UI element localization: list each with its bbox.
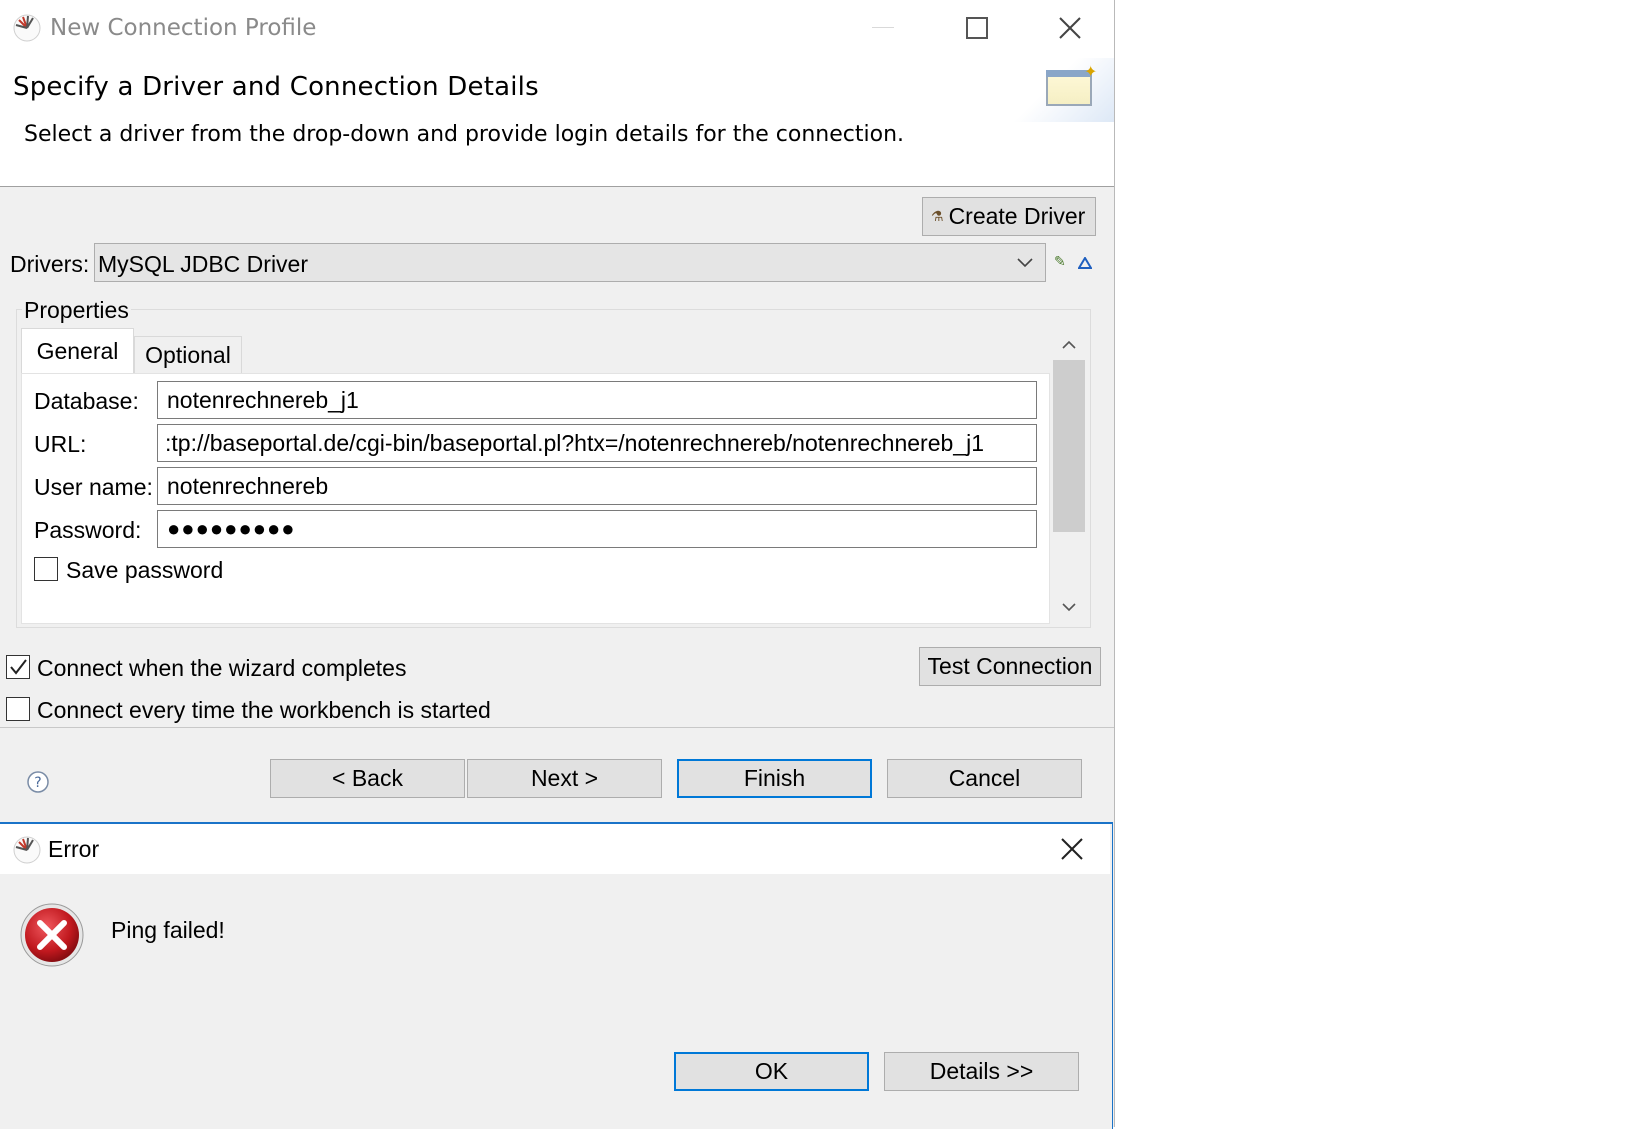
- password-label: Password:: [34, 517, 142, 543]
- tab-general-label: General: [36, 338, 119, 364]
- create-driver-label: Create Driver: [948, 203, 1086, 229]
- finish-button[interactable]: Finish: [677, 759, 872, 798]
- connect-every-start-checkbox[interactable]: [6, 697, 30, 721]
- close-button[interactable]: [1058, 16, 1082, 40]
- tab-optional[interactable]: Optional: [134, 336, 242, 374]
- scroll-up-icon[interactable]: [1062, 340, 1076, 349]
- connect-on-complete-checkbox[interactable]: [6, 655, 30, 679]
- password-field[interactable]: ●●●●●●●●●: [157, 510, 1037, 548]
- error-icon: [20, 903, 84, 967]
- svg-text:?: ?: [34, 775, 41, 791]
- drivers-label: Drivers:: [10, 251, 90, 277]
- eclipse-app-icon: [13, 836, 41, 864]
- database-field[interactable]: notenrechnereb_j1: [157, 381, 1037, 419]
- wizard-header: Specify a Driver and Connection Details …: [0, 58, 1114, 187]
- eclipse-app-icon: [13, 14, 41, 42]
- url-field[interactable]: :tp://baseportal.de/cgi-bin/baseportal.p…: [157, 424, 1037, 462]
- chevron-down-icon: [1017, 258, 1033, 268]
- details-button[interactable]: Details >>: [884, 1052, 1079, 1091]
- edit-driver-icon[interactable]: ✎: [1054, 254, 1066, 270]
- test-connection-button[interactable]: Test Connection: [919, 647, 1101, 686]
- database-label: Database:: [34, 388, 139, 414]
- create-driver-button[interactable]: ⚗ Create Driver: [922, 197, 1096, 236]
- error-dialog-title: Error: [48, 836, 100, 862]
- wizard-banner-icon: ✦: [1010, 58, 1114, 122]
- connect-on-complete-label: Connect when the wizard completes: [37, 655, 407, 681]
- close-icon[interactable]: [1060, 837, 1084, 861]
- error-message: Ping failed!: [111, 917, 225, 943]
- drivers-select[interactable]: MySQL JDBC Driver: [94, 243, 1046, 282]
- save-password-checkbox[interactable]: [34, 557, 58, 581]
- footer-separator: [0, 727, 1114, 728]
- username-field[interactable]: notenrechnereb: [157, 467, 1037, 505]
- scroll-down-icon[interactable]: [1062, 603, 1076, 612]
- error-dialog: Error Ping failed! OK Details >>: [0, 822, 1113, 1129]
- minimize-button[interactable]: [872, 27, 894, 28]
- ok-button[interactable]: OK: [674, 1052, 869, 1091]
- driver-icon: ⚗: [931, 208, 944, 224]
- checkmark-icon: [10, 659, 27, 675]
- connect-every-start-label: Connect every time the workbench is star…: [37, 697, 491, 723]
- page-subtitle: Select a driver from the drop-down and p…: [24, 122, 904, 147]
- drivers-selected-value: MySQL JDBC Driver: [98, 251, 308, 277]
- tab-general[interactable]: General: [21, 328, 134, 374]
- cancel-button[interactable]: Cancel: [887, 759, 1082, 798]
- next-button[interactable]: Next >: [467, 759, 662, 798]
- scrollbar-thumb[interactable]: [1053, 360, 1085, 532]
- back-button[interactable]: < Back: [270, 759, 465, 798]
- url-label: URL:: [34, 431, 87, 457]
- page-title: Specify a Driver and Connection Details: [13, 72, 539, 102]
- window-title: New Connection Profile: [50, 15, 317, 41]
- title-bar: New Connection Profile: [0, 0, 1114, 58]
- save-password-label: Save password: [66, 557, 224, 583]
- tab-optional-label: Optional: [145, 342, 231, 368]
- delta-icon[interactable]: [1078, 257, 1092, 269]
- username-label: User name:: [34, 474, 153, 500]
- properties-label: Properties: [22, 297, 131, 324]
- error-title-bar: Error: [0, 824, 1110, 874]
- maximize-button[interactable]: [966, 17, 988, 39]
- help-icon[interactable]: ?: [26, 770, 50, 794]
- properties-scrollbar[interactable]: [1051, 330, 1087, 624]
